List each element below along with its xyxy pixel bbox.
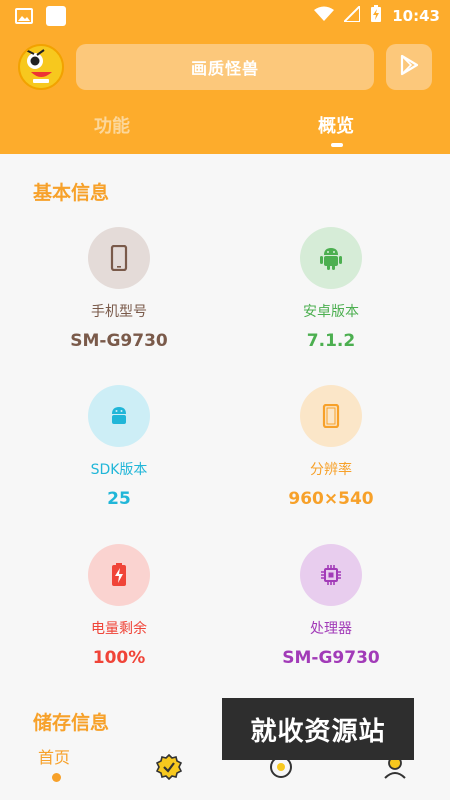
info-item-phone-model: 手机型号 SM-G9730 — [29, 227, 209, 351]
info-value: SM-G9730 — [70, 331, 168, 351]
info-item-processor: 处理器 SM-G9730 — [241, 544, 421, 668]
tab-function[interactable]: 功能 — [94, 112, 130, 138]
battery-charging-icon — [88, 544, 150, 606]
play-button[interactable] — [386, 44, 432, 90]
phone-icon — [88, 227, 150, 289]
android-sdk-icon — [88, 385, 150, 447]
search-bar[interactable]: 画质怪兽 — [76, 44, 374, 90]
info-value: 7.1.2 — [306, 331, 356, 351]
play-store-icon — [397, 53, 421, 81]
avatar[interactable] — [18, 44, 64, 90]
info-value: 960×540 — [288, 489, 374, 509]
info-label: SDK版本 — [90, 462, 148, 478]
info-label: 手机型号 — [91, 304, 147, 320]
tab-overview[interactable]: 概览 — [318, 112, 354, 138]
info-value: SM-G9730 — [282, 648, 380, 668]
app-notification-icon — [46, 6, 66, 26]
info-item-sdk-version: SDK版本 25 — [29, 385, 209, 509]
storage-info-title: 储存信息 — [33, 712, 110, 734]
android-icon — [300, 227, 362, 289]
badge-check-icon[interactable] — [155, 753, 183, 781]
tab-indicator — [331, 143, 343, 147]
search-text: 画质怪兽 — [190, 59, 259, 78]
wifi-icon — [314, 6, 335, 26]
info-item-battery: 电量剩余 100% — [29, 544, 209, 668]
nav-item-home[interactable]: 首页 — [38, 744, 70, 768]
nav-active-dot — [52, 773, 61, 782]
app-header: 画质怪兽 功能 概览 — [0, 32, 450, 154]
info-label: 处理器 — [310, 621, 352, 637]
info-item-resolution: 分辨率 960×540 — [241, 385, 421, 509]
cpu-icon — [300, 544, 362, 606]
gallery-icon — [14, 6, 34, 26]
signal-icon — [341, 3, 362, 26]
info-value: 25 — [107, 489, 131, 509]
watermark-banner: 就收资源站 — [222, 698, 414, 760]
status-bar: 10:43 — [0, 0, 450, 32]
basic-info-title: 基本信息 — [33, 182, 110, 204]
info-item-android-version: 安卓版本 7.1.2 — [241, 227, 421, 351]
info-label: 分辨率 — [310, 462, 352, 478]
status-time: 10:43 — [392, 7, 440, 25]
info-label: 电量剩余 — [91, 621, 147, 637]
info-value: 100% — [92, 648, 146, 668]
screen-icon — [300, 385, 362, 447]
battery-icon — [370, 5, 382, 27]
info-label: 安卓版本 — [303, 304, 359, 320]
